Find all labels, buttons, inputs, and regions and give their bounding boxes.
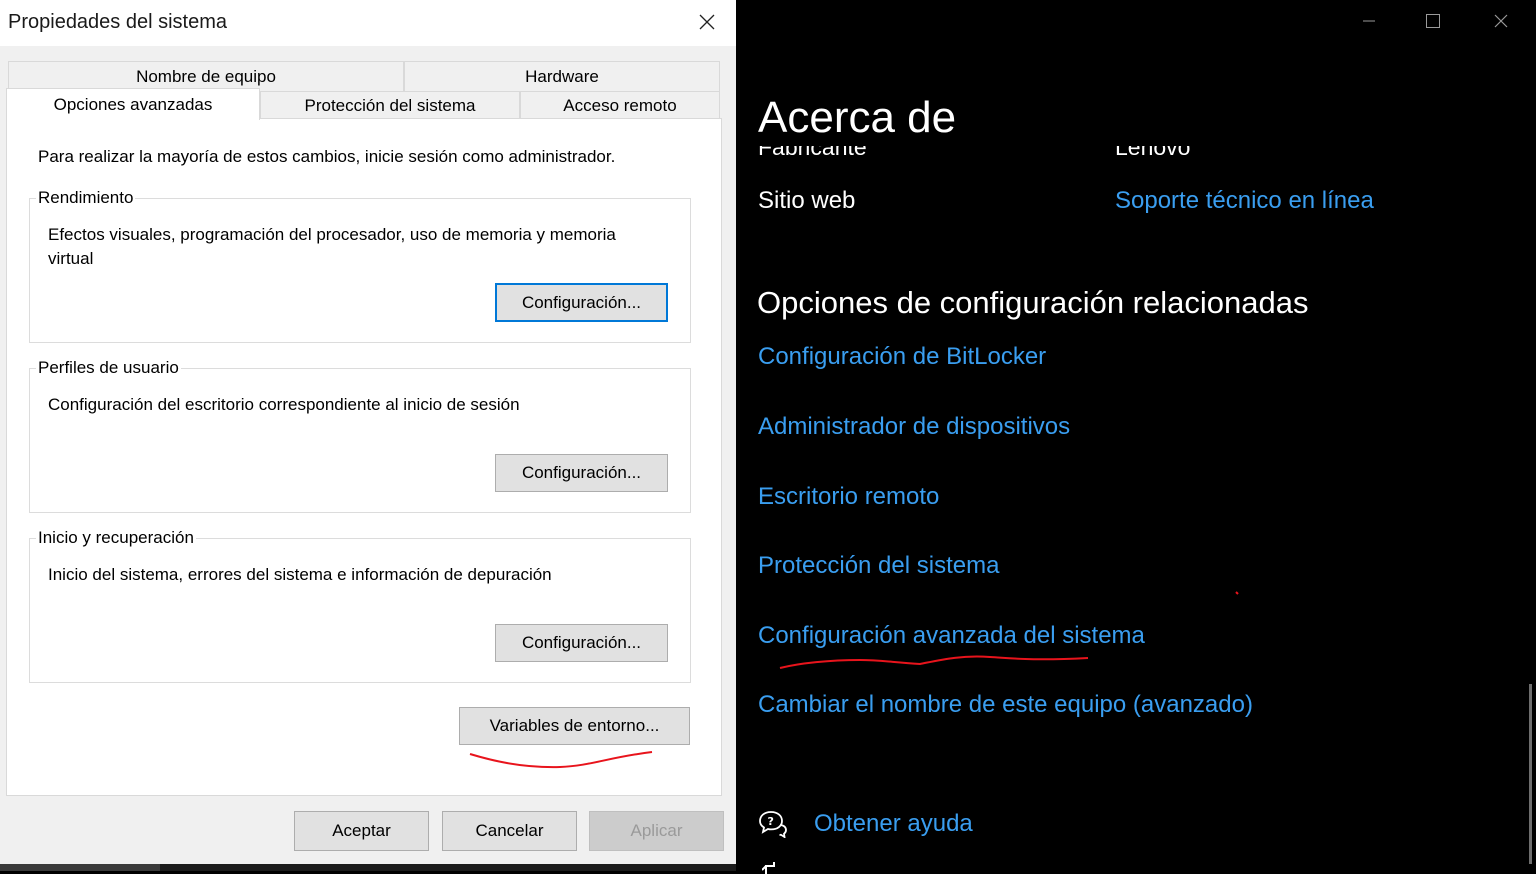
performance-settings-button[interactable]: Configuración...	[495, 283, 668, 322]
group-legend-rendimiento: Rendimiento	[36, 188, 136, 208]
group-legend-perfiles: Perfiles de usuario	[36, 358, 181, 378]
taskbar-strip	[0, 864, 736, 871]
page-title: Acerca de	[758, 93, 957, 142]
link-remote-desktop[interactable]: Escritorio remoto	[758, 483, 939, 511]
tab-label: Acceso remoto	[563, 95, 677, 115]
get-help-link[interactable]: Obtener ayuda	[814, 810, 973, 838]
tab-opciones-avanzadas[interactable]: Opciones avanzadas	[6, 88, 260, 120]
taskbar-segment	[0, 864, 160, 871]
dialog-title: Propiedades del sistema	[8, 11, 228, 33]
close-icon	[699, 14, 715, 30]
website-label: Sitio web	[758, 187, 856, 214]
tab-nombre-de-equipo[interactable]: Nombre de equipo	[8, 61, 404, 91]
support-link[interactable]: Soporte técnico en línea	[1115, 187, 1374, 215]
close-button[interactable]	[687, 6, 727, 38]
manufacturer-label: Fabricante	[758, 146, 867, 160]
group-description: Efectos visuales, programación del proce…	[48, 225, 616, 268]
cancel-button[interactable]: Cancelar	[442, 811, 577, 851]
manufacturer-value: Lenovo	[1115, 146, 1191, 160]
dialog-title-bar: Propiedades del sistema	[0, 0, 736, 46]
apply-button[interactable]: Aplicar	[589, 811, 724, 851]
environment-variables-button[interactable]: Variables de entorno...	[459, 707, 690, 745]
close-icon	[1494, 14, 1508, 28]
maximize-icon	[1426, 14, 1440, 28]
button-label: Configuración...	[521, 292, 642, 312]
button-label: Configuración...	[521, 633, 642, 652]
scrollbar[interactable]	[1529, 684, 1532, 864]
tab-hardware[interactable]: Hardware	[404, 61, 720, 91]
user-profiles-settings-button[interactable]: Configuración...	[495, 454, 668, 492]
settings-about-window: Acerca de Fabricante Lenovo Sitio web So…	[736, 0, 1536, 874]
group-perfiles-de-usuario: Configuración del escritorio correspondi…	[29, 368, 691, 513]
link-advanced-system-settings[interactable]: Configuración avanzada del sistema	[758, 622, 1145, 650]
button-label: Configuración...	[521, 463, 642, 482]
link-rename-pc-advanced[interactable]: Cambiar el nombre de este equipo (avanza…	[758, 691, 1253, 719]
tab-label: Opciones avanzadas	[53, 94, 213, 114]
button-label: Aplicar	[630, 821, 683, 840]
tab-acceso-remoto[interactable]: Acceso remoto	[520, 91, 720, 119]
related-settings-heading: Opciones de configuración relacionadas	[757, 285, 1309, 320]
group-inicio-y-recuperacion: Inicio del sistema, errores del sistema …	[29, 538, 691, 683]
admin-note: Para realizar la mayoría de estos cambio…	[38, 147, 616, 166]
button-label: Variables de entorno...	[489, 716, 660, 735]
group-description: Configuración del escritorio correspondi…	[48, 395, 520, 414]
button-label: Aceptar	[332, 821, 391, 840]
maximize-button[interactable]	[1410, 6, 1456, 36]
tab-label: Hardware	[525, 66, 599, 86]
feedback-icon	[762, 862, 775, 874]
manufacturer-row: Fabricante Lenovo	[736, 146, 1536, 168]
window-close-button[interactable]	[1478, 6, 1524, 36]
group-rendimiento: Efectos visuales, programación del proce…	[29, 198, 691, 343]
startup-recovery-settings-button[interactable]: Configuración...	[495, 624, 668, 662]
link-bitlocker[interactable]: Configuración de BitLocker	[758, 343, 1046, 371]
tab-label: Protección del sistema	[304, 95, 476, 115]
group-description: Inicio del sistema, errores del sistema …	[48, 565, 552, 584]
help-icon: ?	[759, 811, 787, 838]
button-label: Cancelar	[475, 821, 544, 840]
tab-proteccion-del-sistema[interactable]: Protección del sistema	[260, 91, 520, 119]
svg-text:?: ?	[768, 815, 774, 828]
group-legend-inicio: Inicio y recuperación	[36, 528, 196, 548]
system-properties-dialog: Propiedades del sistema Nombre de equipo…	[0, 0, 736, 864]
minimize-button[interactable]	[1346, 6, 1392, 36]
tab-label: Nombre de equipo	[136, 66, 276, 86]
ok-button[interactable]: Aceptar	[294, 811, 429, 851]
minimize-icon	[1363, 20, 1375, 22]
link-system-protection[interactable]: Protección del sistema	[758, 552, 999, 580]
link-device-manager[interactable]: Administrador de dispositivos	[758, 413, 1070, 441]
